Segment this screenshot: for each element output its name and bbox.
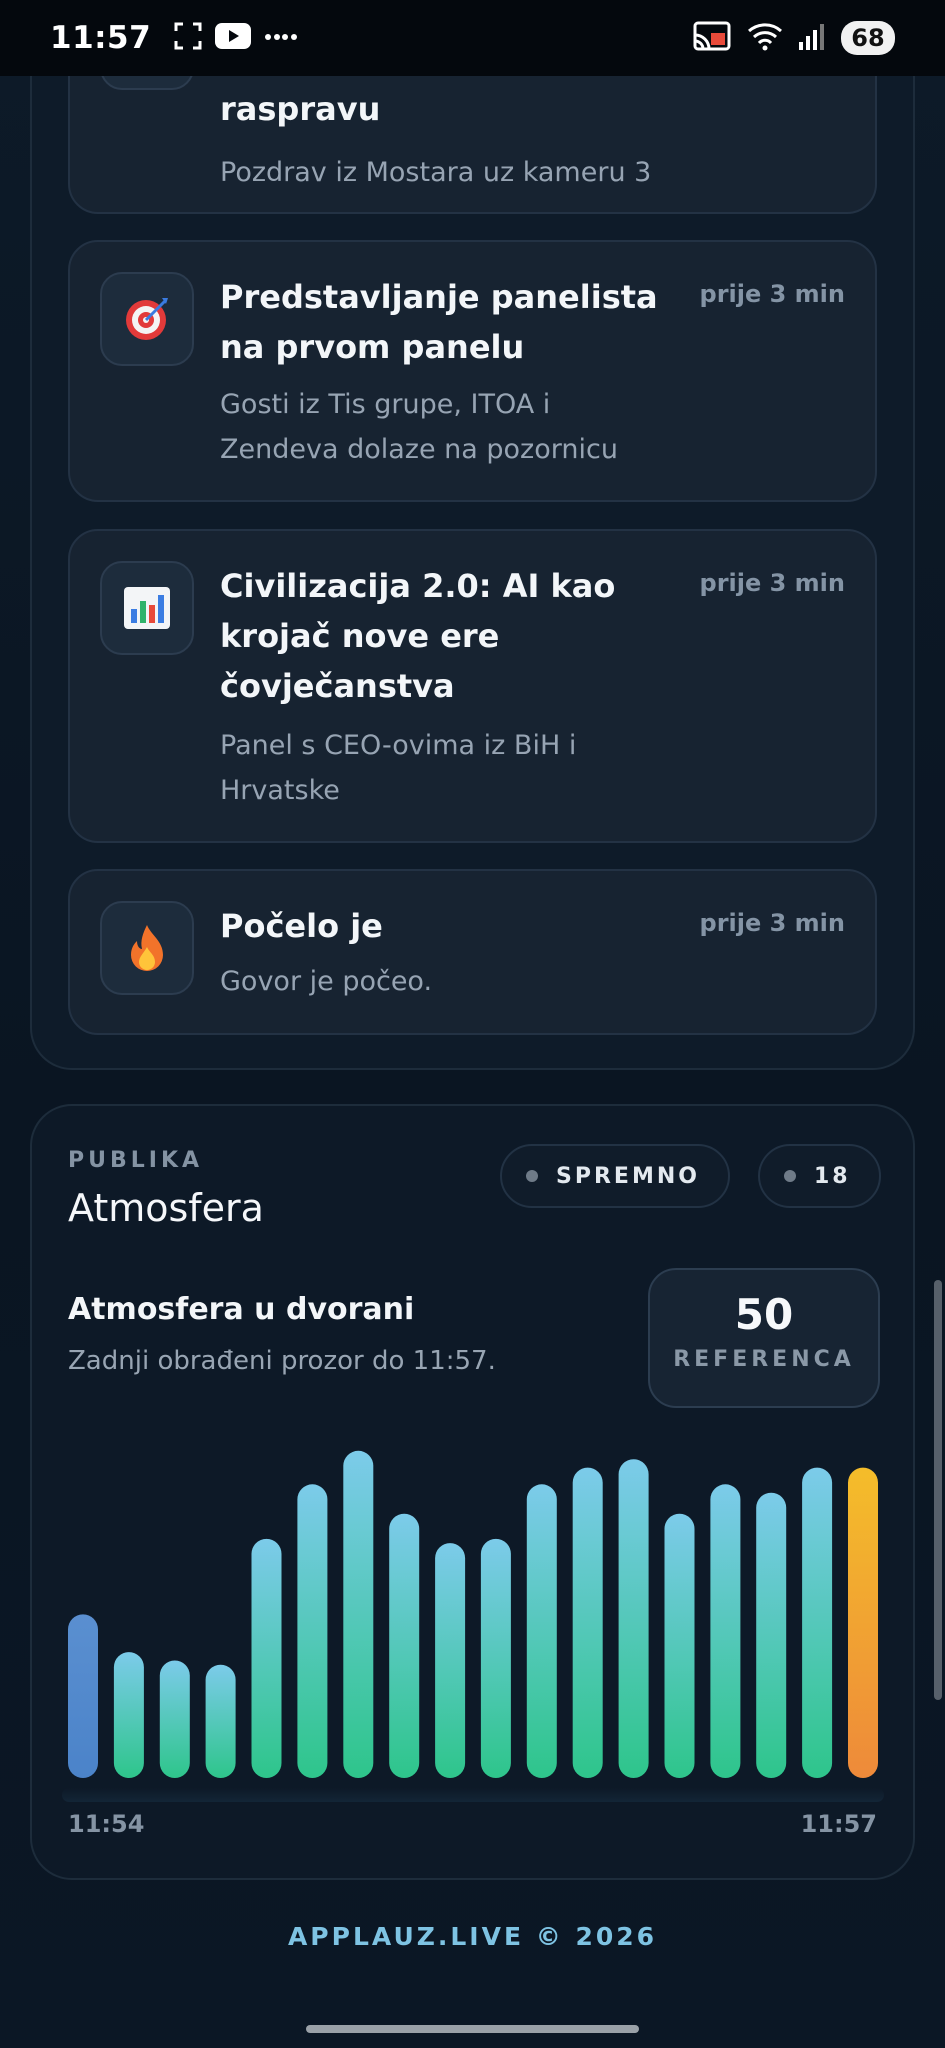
chart-bar [389, 1513, 420, 1778]
youtube-icon [215, 23, 252, 53]
bar-chart-icon [100, 561, 194, 655]
feed-card[interactable]: Počelo je prije 3 min Govor je počeo. [68, 869, 877, 1035]
chart-bar [68, 1614, 98, 1778]
section-title: Atmosfera [68, 1186, 264, 1230]
status-time: 11:57 [50, 20, 152, 56]
signal-icon [799, 22, 825, 54]
feed-card-time: prije 3 min [699, 909, 845, 937]
chart-bar [343, 1450, 374, 1778]
status-dot-icon [526, 1170, 538, 1182]
scrollbar[interactable] [934, 1280, 942, 1700]
x-tick-end: 11:57 [800, 1810, 877, 1838]
wifi-icon [747, 21, 783, 55]
atmosphere-panel: PUBLIKA Atmosfera SPREMNO 18 Atmosfera u… [30, 1104, 915, 1880]
feed-card-title: Počelo je [220, 907, 383, 945]
target-icon [100, 272, 194, 366]
home-indicator[interactable] [306, 2025, 639, 2033]
feed-card-title: Civilizacija 2.0: AI kao krojač nove ere… [220, 567, 616, 705]
status-pill-label: SPREMNO [556, 1163, 700, 1189]
feed-card[interactable]: Predstavljanje panelista na prvom panelu… [68, 240, 877, 502]
feed-card-time: prije 3 min [699, 569, 845, 597]
section-eyebrow: PUBLIKA [68, 1148, 204, 1173]
chart-bar [710, 1484, 741, 1778]
chart-bar [802, 1467, 833, 1778]
status-bar: 11:57 68 [0, 0, 945, 76]
feed-card-subtitle: Govor je počeo. [220, 966, 433, 997]
chart-bar [572, 1467, 603, 1778]
chart-bar [618, 1459, 649, 1778]
feed-card[interactable]: Civilizacija 2.0: AI kao krojač nove ere… [68, 529, 877, 843]
chart-bar [526, 1484, 557, 1778]
count-pill: 18 [758, 1144, 881, 1208]
feed-card-title: Predstavljanje panelista na prvom panelu [220, 278, 658, 366]
reference-value: 50 [734, 1290, 794, 1339]
fire-icon [100, 901, 194, 995]
x-tick-start: 11:54 [68, 1810, 145, 1838]
feed-card-subtitle: Gosti iz Tis grupe, ITOA i Zendeva dolaz… [220, 389, 618, 465]
atmosphere-bars [68, 1450, 878, 1778]
chart-bar [205, 1664, 236, 1778]
chart-bar [159, 1660, 190, 1778]
feed-card-subtitle: Pozdrav iz Mostara uz kameru 3 [220, 157, 652, 188]
screenshot-frame-icon [173, 21, 203, 55]
battery-indicator: 68 [841, 21, 895, 55]
cast-icon [693, 21, 731, 55]
dots-icon [263, 29, 299, 48]
feed-card-subtitle: Panel s CEO-ovima iz BiH i Hrvatske [220, 730, 577, 806]
atmosphere-chart [62, 1426, 884, 1802]
count-dot-icon [784, 1170, 796, 1182]
chart-bar [848, 1467, 878, 1778]
chart-bar [756, 1492, 787, 1778]
footer-copyright: APPLAUZ.LIVE © 2026 [287, 1922, 658, 1951]
count-pill-label: 18 [814, 1163, 851, 1189]
status-pill: SPREMNO [500, 1144, 730, 1208]
chart-baseline [62, 1788, 884, 1802]
chart-bar [664, 1513, 695, 1778]
reference-label: REFERENCA [673, 1347, 855, 1372]
chart-bar [435, 1543, 466, 1778]
chart-bar [480, 1538, 511, 1778]
feed-card-time: prije 3 min [699, 280, 845, 308]
chart-bar [113, 1652, 144, 1778]
chart-heading: Atmosfera u dvorani [68, 1292, 415, 1327]
chart-bar [297, 1484, 328, 1778]
chart-description: Zadnji obrađeni prozor do 11:57. [68, 1346, 496, 1376]
feed-card-title: raspravu [220, 90, 381, 128]
chart-bar [251, 1538, 282, 1778]
reference-box: 50 REFERENCA [648, 1268, 880, 1408]
